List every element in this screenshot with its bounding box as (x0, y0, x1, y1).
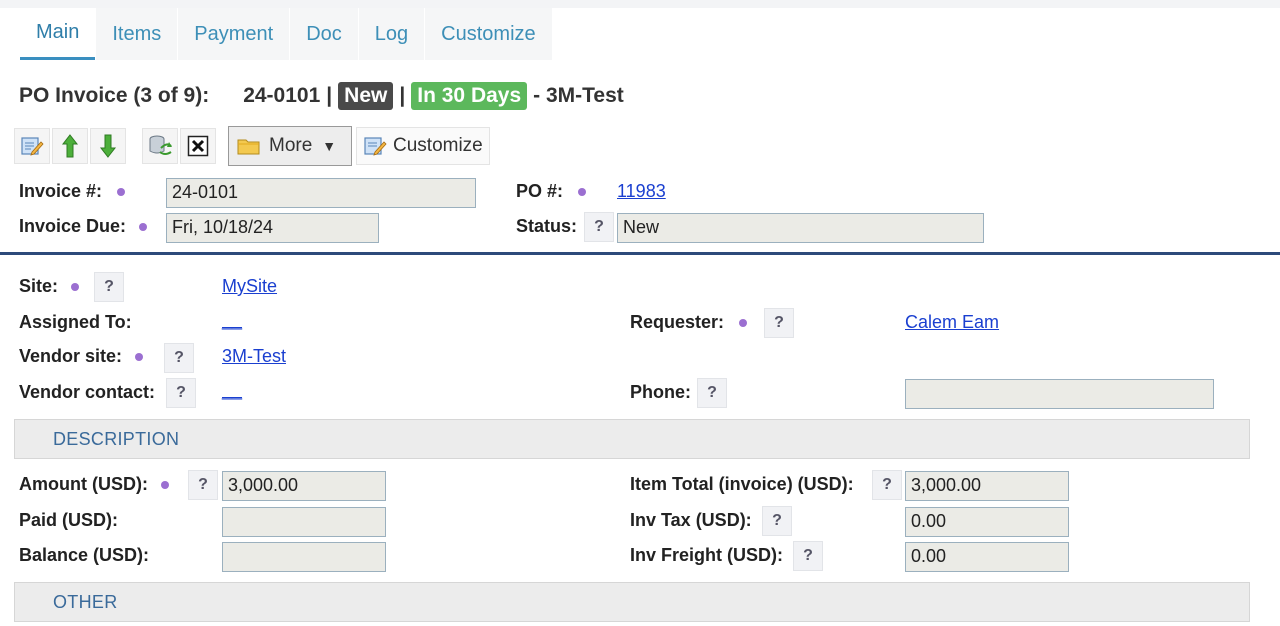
due-badge: In 30 Days (411, 82, 528, 110)
requester-label: Requester: (630, 312, 748, 333)
required-dot (578, 188, 587, 197)
required-dot (139, 223, 148, 232)
inv-freight-label: Inv Freight (USD): (630, 545, 783, 565)
inv-tax-help-button[interactable]: ? (762, 506, 792, 536)
arrow-up-icon (61, 134, 79, 158)
balance-field[interactable] (222, 542, 386, 572)
move-down-button[interactable] (90, 128, 126, 164)
status-help-button[interactable]: ? (584, 212, 614, 242)
move-up-button[interactable] (52, 128, 88, 164)
balance-label: Balance (USD): (19, 545, 150, 565)
required-dot (739, 319, 748, 328)
amount-field[interactable]: 3,000.00 (222, 471, 386, 501)
title-number: 24-0101 (243, 84, 321, 107)
toolbar: More ▼ Customize (14, 126, 490, 166)
inv-tax-label: Inv Tax (USD): (630, 510, 752, 530)
caret-down-icon: ▼ (322, 138, 337, 154)
inv-tax-field[interactable]: 0.00 (905, 507, 1069, 537)
more-button[interactable]: More ▼ (228, 126, 352, 166)
tab-customize[interactable]: Customize (424, 8, 552, 60)
paid-field[interactable] (222, 507, 386, 537)
requester-help-button[interactable]: ? (764, 308, 794, 338)
tab-main[interactable]: Main (20, 8, 96, 60)
vendor-site-label: Vendor site: (19, 346, 144, 367)
top-strip (0, 0, 1280, 8)
item-total-label: Item Total (invoice) (USD): (630, 474, 854, 494)
required-dot (161, 481, 169, 490)
required-dot (117, 188, 126, 197)
vendor-contact-label: Vendor contact: (19, 382, 156, 402)
title-separator: | (399, 84, 406, 107)
refresh-button[interactable] (142, 128, 178, 164)
requester-link[interactable]: Calem Eam (905, 312, 999, 333)
tab-items[interactable]: Items (95, 8, 178, 60)
title-vendor: - 3M-Test (533, 84, 624, 107)
vendor-site-help-button[interactable]: ? (164, 343, 194, 373)
invoice-due-label: Invoice Due: (19, 216, 148, 237)
folder-icon (237, 139, 260, 155)
po-number-link[interactable]: 11983 (617, 181, 666, 202)
tab-doc[interactable]: Doc (289, 8, 358, 60)
invoice-number-field[interactable]: 24-0101 (166, 178, 476, 208)
customize-button[interactable]: Customize (356, 127, 490, 165)
assigned-to-link[interactable]: __ (222, 310, 242, 331)
status-label: Status: (516, 216, 578, 236)
inv-freight-field[interactable]: 0.00 (905, 542, 1069, 572)
customize-icon (364, 137, 387, 156)
amount-label: Amount (USD): (19, 474, 169, 495)
site-label: Site: (19, 276, 80, 297)
title-separator: | (326, 84, 333, 107)
edit-icon (21, 137, 44, 156)
vendor-contact-link[interactable]: __ (222, 380, 242, 401)
site-help-button[interactable]: ? (94, 272, 124, 302)
vendor-site-link[interactable]: 3M-Test (222, 346, 286, 367)
site-link[interactable]: MySite (222, 276, 277, 297)
close-button[interactable] (180, 128, 216, 164)
title-prefix: PO Invoice (3 of 9): (19, 84, 210, 107)
phone-label: Phone: (630, 382, 691, 402)
arrow-down-icon (99, 134, 117, 158)
status-badge: New (338, 82, 394, 110)
close-icon (187, 135, 209, 157)
header-divider (0, 252, 1280, 255)
more-label: More (269, 135, 313, 156)
edit-button[interactable] (14, 128, 50, 164)
tab-bar: Main Items Payment Doc Log Customize (20, 8, 552, 60)
inv-freight-help-button[interactable]: ? (793, 541, 823, 571)
tab-log[interactable]: Log (357, 8, 425, 60)
description-section-header[interactable]: DESCRIPTION (14, 419, 1250, 459)
other-section-header[interactable]: OTHER (14, 582, 1250, 622)
invoice-number-label: Invoice #: (19, 181, 126, 202)
vendor-contact-help-button[interactable]: ? (166, 378, 196, 408)
refresh-database-icon (149, 135, 172, 155)
paid-label: Paid (USD): (19, 510, 118, 530)
phone-help-button[interactable]: ? (697, 378, 727, 408)
amount-help-button[interactable]: ? (188, 470, 218, 500)
customize-label: Customize (393, 135, 483, 156)
invoice-due-field[interactable]: Fri, 10/18/24 (166, 213, 379, 243)
tab-payment[interactable]: Payment (177, 8, 290, 60)
status-field[interactable]: New (617, 213, 984, 243)
page-title: PO Invoice (3 of 9): 24-0101 | New | In … (19, 79, 624, 113)
required-dot (71, 283, 80, 292)
assigned-to-label: Assigned To: (19, 312, 132, 332)
item-total-field[interactable]: 3,000.00 (905, 471, 1069, 501)
item-total-help-button[interactable]: ? (872, 470, 902, 500)
required-dot (135, 353, 144, 362)
phone-field[interactable] (905, 379, 1214, 409)
po-number-label: PO #: (516, 181, 587, 202)
